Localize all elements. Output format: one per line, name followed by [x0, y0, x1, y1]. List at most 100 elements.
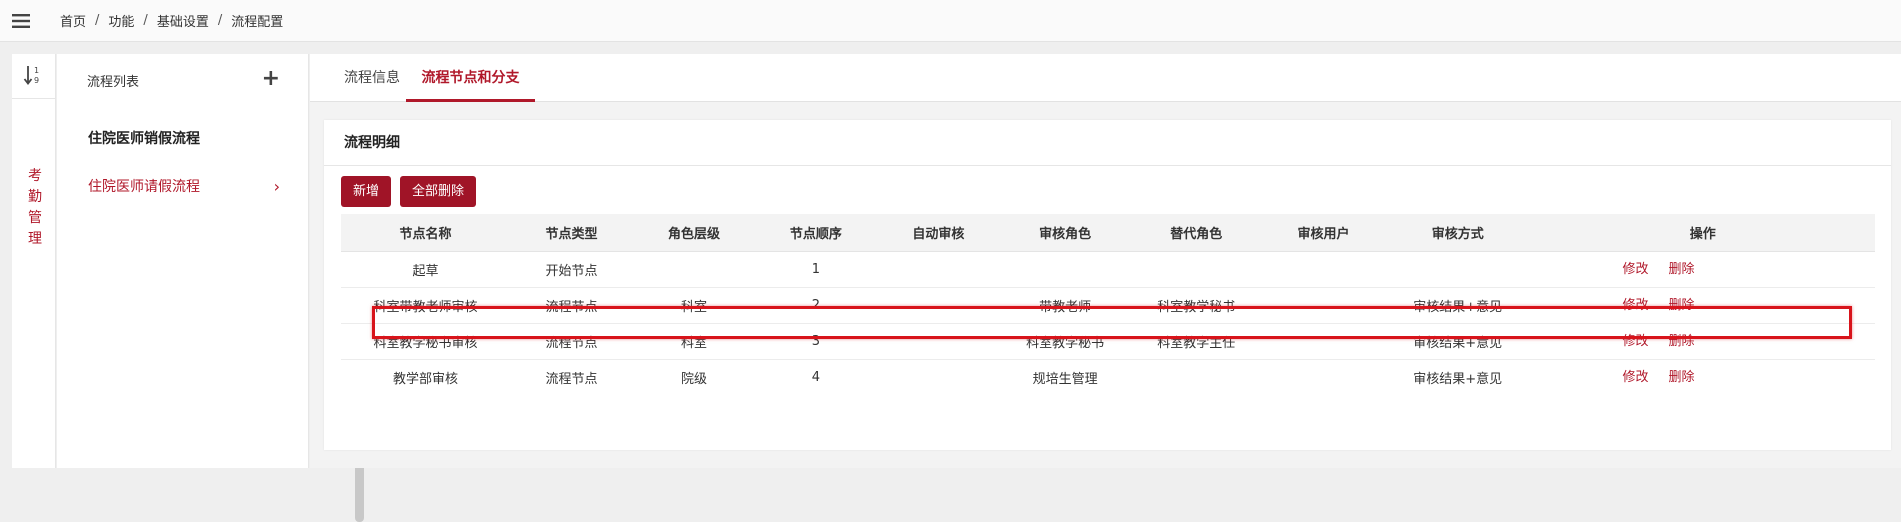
- cell-actions: 修改 删除: [1530, 250, 1875, 287]
- cell-review-user: [1261, 250, 1385, 287]
- flow-list-item-label: 住院医师请假流程: [88, 179, 200, 195]
- edit-link[interactable]: 修改: [1622, 366, 1648, 385]
- module-label-char: 勤: [28, 189, 42, 205]
- svg-text:9: 9: [34, 76, 39, 85]
- table-row: 起草 开始节点 1 修改 删除: [341, 250, 1875, 287]
- cell-role-level: 科室: [633, 286, 755, 323]
- module-label-char: 管: [28, 210, 42, 226]
- tab-flow-info[interactable]: 流程信息: [344, 54, 400, 102]
- table-header-row: 节点名称 节点类型 角色层级 节点顺序 自动审核 审核角色 替代角色 审核用户 …: [341, 214, 1875, 251]
- breadcrumb-item-flow-config: 流程配置: [231, 15, 284, 30]
- delete-link[interactable]: 删除: [1668, 366, 1694, 385]
- column-header: 节点名称: [341, 214, 511, 251]
- cell-node-type: 流程节点: [510, 358, 634, 395]
- breadcrumb-item-basic-settings[interactable]: 基础设置: [157, 11, 209, 30]
- cell-role-level: 科室: [633, 322, 755, 359]
- module-label-char: 理: [28, 231, 42, 247]
- flow-detail-card: 流程明细 新增 全部删除 节点名称 节点类型 角色层级 节点顺序 自动审核 审核…: [324, 120, 1891, 450]
- cell-review-method: 审核结果+意见: [1385, 286, 1531, 323]
- cell-node-order: 1: [754, 250, 877, 287]
- tab-bar: 流程信息 流程节点和分支: [310, 54, 1901, 102]
- breadcrumb-item-function[interactable]: 功能: [108, 11, 134, 30]
- cell-node-name: 科室教学秘书审核: [341, 322, 511, 359]
- cell-auto-review: [876, 250, 1000, 287]
- sort-ascending-icon[interactable]: 1 9: [23, 64, 45, 86]
- column-header: 操作: [1530, 214, 1875, 251]
- column-header: 替代角色: [1130, 214, 1262, 251]
- cell-auto-review: [876, 286, 1000, 323]
- cell-alt-role: 科室教学主任: [1130, 322, 1262, 359]
- module-label-char: 考: [28, 168, 42, 184]
- cell-review-user: [1261, 358, 1385, 395]
- flow-list-item-active[interactable]: 住院医师请假流程 ›: [57, 162, 308, 210]
- cell-actions: 修改 删除: [1530, 322, 1875, 359]
- flow-list-header: 流程列表 +: [57, 54, 308, 106]
- top-bar: 首页 / 功能 / 基础设置 / 流程配置: [0, 0, 1901, 42]
- column-header: 节点类型: [510, 214, 634, 251]
- node-table: 节点名称 节点类型 角色层级 节点顺序 自动审核 审核角色 替代角色 审核用户 …: [341, 214, 1875, 395]
- cell-auto-review: [876, 358, 1000, 395]
- edit-link[interactable]: 修改: [1622, 294, 1648, 313]
- cell-node-order: 2: [754, 286, 877, 323]
- column-header: 自动审核: [876, 214, 1000, 251]
- cell-review-role: 规培生管理: [999, 358, 1131, 395]
- chevron-right-icon: ›: [273, 177, 280, 196]
- cell-node-name: 科室带教老师审核: [341, 286, 511, 323]
- cell-review-role: 科室教学秘书: [999, 322, 1131, 359]
- cell-alt-role: 科室教学秘书: [1130, 286, 1262, 323]
- module-strip: 1 9 考 勤 管 理: [12, 54, 56, 468]
- column-header: 审核用户: [1261, 214, 1385, 251]
- cell-node-name: 教学部审核: [341, 358, 511, 395]
- breadcrumb-separator: /: [95, 13, 100, 28]
- cell-review-method: 审核结果+意见: [1385, 322, 1531, 359]
- cell-actions: 修改 删除: [1530, 286, 1875, 323]
- breadcrumb: 首页 / 功能 / 基础设置 / 流程配置: [60, 11, 283, 30]
- cell-node-order: 3: [754, 322, 877, 359]
- add-flow-icon[interactable]: +: [262, 68, 280, 90]
- add-node-button[interactable]: 新增: [341, 176, 392, 207]
- delete-all-button[interactable]: 全部删除: [400, 176, 477, 207]
- delete-link[interactable]: 删除: [1668, 330, 1694, 349]
- flow-list-item-label: 住院医师销假流程: [88, 131, 200, 147]
- tab-flow-nodes-branches[interactable]: 流程节点和分支: [406, 54, 535, 102]
- breadcrumb-separator: /: [217, 13, 223, 28]
- table-row: 科室教学秘书审核 流程节点 科室 3 科室教学秘书 科室教学主任 审核结果+意见…: [341, 322, 1875, 359]
- strip-divider: [12, 98, 56, 99]
- cell-alt-role: [1130, 250, 1262, 287]
- hamburger-menu-icon[interactable]: [0, 0, 42, 42]
- table-row: 科室带教老师审核 流程节点 科室 2 带教老师 科室教学秘书 审核结果+意见 修…: [341, 286, 1875, 323]
- flow-list-title: 流程列表: [87, 74, 140, 90]
- breadcrumb-separator: /: [143, 13, 148, 28]
- flow-list-item[interactable]: 住院医师销假流程: [57, 114, 308, 162]
- cell-node-type: 开始节点: [510, 250, 634, 287]
- module-label-attendance[interactable]: 考 勤 管 理: [26, 166, 44, 250]
- cell-review-role: 带教老师: [999, 286, 1131, 323]
- cell-role-level: 院级: [633, 358, 755, 395]
- cell-node-type: 流程节点: [510, 286, 634, 323]
- cell-actions: 修改 删除: [1530, 358, 1875, 395]
- cell-alt-role: [1130, 358, 1262, 395]
- button-group: 新增 全部删除: [341, 176, 485, 207]
- delete-link[interactable]: 删除: [1668, 294, 1694, 313]
- delete-link[interactable]: 删除: [1668, 258, 1694, 277]
- column-header: 审核方式: [1385, 214, 1531, 251]
- edit-link[interactable]: 修改: [1622, 258, 1648, 277]
- column-header: 审核角色: [999, 214, 1131, 251]
- cell-role-level: [633, 250, 755, 287]
- cell-review-user: [1261, 286, 1385, 323]
- main-content: 流程信息 流程节点和分支 流程明细 新增 全部删除 节点名称 节点类型 角色层级…: [310, 54, 1901, 468]
- breadcrumb-item-home[interactable]: 首页: [60, 11, 86, 30]
- column-header: 节点顺序: [754, 214, 877, 251]
- cell-review-method: [1385, 250, 1531, 287]
- cell-auto-review: [876, 322, 1000, 359]
- flow-list-panel: 流程列表 + 住院医师销假流程 住院医师请假流程 ›: [57, 54, 364, 522]
- edit-link[interactable]: 修改: [1622, 330, 1648, 349]
- column-header: 角色层级: [633, 214, 755, 251]
- cell-review-role: [999, 250, 1131, 287]
- svg-text:1: 1: [34, 66, 39, 75]
- cell-node-order: 4: [754, 358, 877, 395]
- cell-review-user: [1261, 322, 1385, 359]
- table-row: 教学部审核 流程节点 院级 4 规培生管理 审核结果+意见 修改 删除: [341, 358, 1875, 395]
- cell-node-name: 起草: [341, 250, 511, 287]
- cell-review-method: 审核结果+意见: [1385, 358, 1531, 395]
